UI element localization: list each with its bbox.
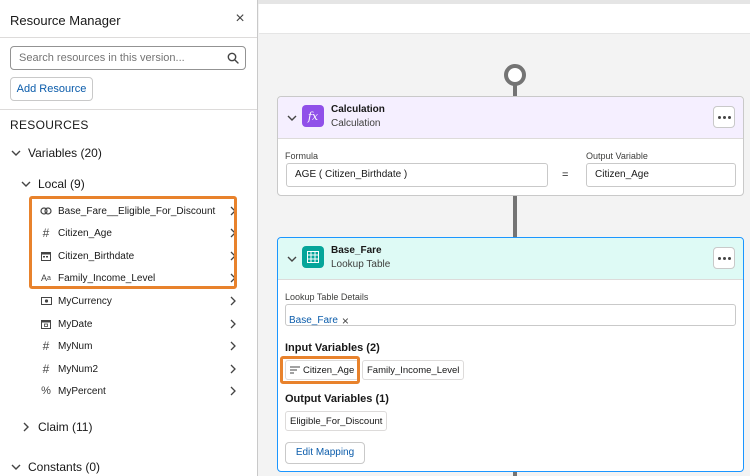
pill-label: Citizen_Age (303, 364, 355, 376)
chevron-right-icon (230, 386, 236, 396)
item-label: Citizen_Birthdate (58, 250, 135, 262)
output-variable-label: Output Variable (586, 151, 648, 161)
output-variable-field[interactable]: Citizen_Age (586, 163, 736, 187)
output-variables-heading: Output Variables (1) (285, 393, 389, 405)
resources-heading: RESOURCES (10, 118, 89, 132)
list-item-mypercent[interactable]: % MyPercent (40, 381, 236, 401)
more-actions-button[interactable] (713, 247, 735, 269)
group-label: Variables (20) (28, 146, 102, 160)
chevron-right-icon (230, 296, 236, 306)
chevron-down-icon[interactable] (286, 112, 298, 124)
item-label: MyDate (58, 318, 93, 330)
item-label: MyPercent (58, 385, 106, 397)
item-label: MyNum (58, 340, 93, 352)
group-local[interactable]: Local (9) (20, 177, 85, 191)
list-item-citizen-age[interactable]: # Citizen_Age (40, 223, 236, 243)
group-label: Local (9) (38, 177, 85, 191)
lookup-details-label: Lookup Table Details (285, 292, 369, 302)
divider (0, 109, 257, 110)
number-icon: # (42, 362, 50, 376)
chevron-down-icon[interactable] (286, 253, 298, 265)
lookup-table-chip: Base_Fare × (289, 310, 349, 332)
list-item-mydate[interactable]: MyDate (40, 314, 236, 334)
lookup-table-card[interactable]: Base_Fare Lookup Table Lookup Table Deta… (277, 237, 744, 472)
search-input[interactable] (19, 50, 219, 66)
chevron-right-icon (230, 319, 236, 329)
chip-label: Base_Fare (289, 315, 338, 326)
chevron-right-icon (230, 206, 236, 216)
group-constants[interactable]: Constants (0) (10, 460, 100, 474)
chevron-right-icon (230, 364, 236, 374)
add-resource-button[interactable]: Add Resource (10, 77, 93, 101)
input-variable-pill[interactable]: Citizen_Age (285, 360, 360, 380)
connector-line (513, 196, 517, 238)
card-header: fx Calculation Calculation (278, 97, 743, 139)
divider (0, 37, 257, 38)
number-icon: # (42, 226, 50, 240)
chevron-right-icon (230, 228, 236, 238)
canvas-header (259, 4, 750, 34)
list-item-base-fare-eligible[interactable]: Base_Fare__Eligible_For_Discount (40, 201, 236, 221)
card-subtitle: Calculation (331, 118, 381, 129)
formula-icon: fx (302, 105, 324, 127)
list-item-family-income-level[interactable]: Aa Family_Income_Level (40, 268, 236, 288)
item-label: MyCurrency (58, 295, 112, 307)
list-item-mynum[interactable]: # MyNum (40, 336, 236, 356)
item-label: Citizen_Age (58, 227, 112, 239)
link-icon (40, 205, 52, 217)
card-title: Base_Fare (331, 245, 382, 256)
chevron-down-icon (11, 464, 21, 470)
card-header: Base_Fare Lookup Table (278, 238, 743, 280)
list-item-mynum2[interactable]: # MyNum2 (40, 359, 236, 379)
pill-label: Eligible_For_Discount (290, 415, 383, 427)
group-claim[interactable]: Claim (11) (20, 420, 92, 434)
item-label: MyNum2 (58, 363, 99, 375)
currency-icon (40, 295, 52, 307)
list-item-mycurrency[interactable]: MyCurrency (40, 291, 236, 311)
resource-manager-panel: Resource Manager × Add Resource RESOURCE… (0, 0, 258, 476)
search-icon[interactable] (227, 52, 239, 64)
input-variables-heading: Input Variables (2) (285, 342, 380, 354)
formula-label: Formula (285, 151, 319, 161)
chevron-right-icon (23, 422, 29, 432)
close-icon[interactable]: × (232, 11, 248, 27)
text-icon: Aa (41, 273, 51, 283)
table-icon (302, 246, 324, 268)
input-variable-pill[interactable]: Family_Income_Level (362, 360, 465, 380)
more-actions-button[interactable] (713, 106, 735, 128)
group-variables[interactable]: Variables (20) (10, 146, 102, 160)
output-variable-value: Citizen_Age (595, 169, 649, 180)
percent-icon: % (41, 385, 51, 397)
lookup-table-field[interactable]: Base_Fare × (285, 304, 736, 328)
pill-label: Family_Income_Level (367, 364, 460, 376)
chevron-down-icon (11, 150, 21, 156)
output-variable-pill[interactable]: Eligible_For_Discount (285, 411, 388, 431)
calendar-icon (40, 250, 52, 262)
card-title: Calculation (331, 104, 385, 115)
panel-title: Resource Manager (10, 13, 121, 28)
chevron-down-icon (21, 181, 31, 187)
date-icon (40, 318, 52, 330)
chevron-right-icon (230, 251, 236, 261)
item-label: Base_Fare__Eligible_For_Discount (58, 205, 216, 217)
start-node[interactable] (504, 64, 526, 86)
remove-icon[interactable]: × (342, 310, 349, 332)
calculation-card[interactable]: fx Calculation Calculation Formula AGE (… (277, 96, 744, 196)
list-item-citizen-birthdate[interactable]: Citizen_Birthdate (40, 246, 236, 266)
formula-field[interactable]: AGE ( Citizen_Birthdate ) (286, 163, 548, 187)
variable-icon (290, 366, 300, 374)
formula-value: AGE ( Citizen_Birthdate ) (295, 169, 408, 180)
edit-mapping-button[interactable]: Edit Mapping (285, 442, 365, 464)
group-label: Claim (11) (38, 420, 93, 434)
number-icon: # (42, 339, 50, 353)
card-subtitle: Lookup Table (331, 259, 391, 270)
search-box (10, 46, 246, 70)
equals-sign: = (562, 169, 569, 181)
item-label: Family_Income_Level (58, 272, 156, 284)
chevron-right-icon (230, 273, 236, 283)
chevron-right-icon (230, 341, 236, 351)
group-label: Constants (0) (28, 460, 101, 474)
